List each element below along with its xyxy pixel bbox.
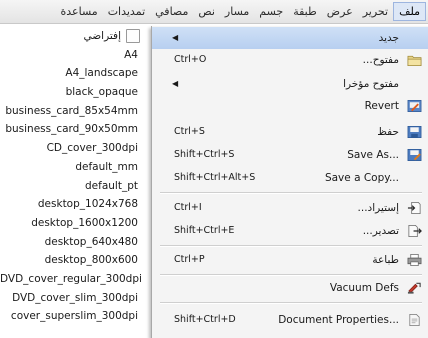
- shortcut-text: Shift+Ctrl+D: [174, 314, 236, 325]
- menu-item-print[interactable]: Ctrl+P طباعة: [152, 249, 428, 271]
- menu-separator-highlight: [160, 275, 422, 276]
- vacuum-icon: [407, 282, 421, 294]
- menu-extensions[interactable]: تمديدات: [103, 3, 150, 20]
- menu-item-label: Save a Copy...: [324, 172, 399, 184]
- menu-item-document-properties[interactable]: Shift+Ctrl+D Document Properties...: [152, 309, 428, 331]
- menu-filters[interactable]: مصافي: [150, 3, 193, 20]
- shortcut-text: Ctrl+S: [174, 126, 205, 137]
- menu-view[interactable]: عرض: [322, 3, 358, 20]
- import-icon: [407, 202, 421, 214]
- template-item[interactable]: DVD_cover_slim_300dpi: [0, 289, 148, 308]
- menu-help[interactable]: مساعدة: [56, 3, 103, 20]
- menu-separator-highlight: [160, 303, 422, 304]
- menu-separator-highlight: [160, 193, 422, 194]
- menu-object[interactable]: جسم: [254, 3, 288, 20]
- template-folder-default[interactable]: إفتراضي: [0, 27, 148, 46]
- menu-item-label: مفتوح مؤخرا: [343, 78, 399, 90]
- shortcut-text: Ctrl+P: [174, 254, 205, 265]
- menu-item-label: ...إستيراد: [357, 202, 399, 214]
- page-icon: [126, 29, 140, 44]
- menu-item-export[interactable]: Shift+Ctrl+E ...تصدير: [152, 220, 428, 242]
- template-item[interactable]: desktop_800x600: [0, 251, 148, 270]
- template-item[interactable]: business_card_90x50mm: [0, 120, 148, 139]
- template-item[interactable]: black_opaque: [0, 83, 148, 102]
- menu-item-label: Document Properties...: [278, 314, 399, 326]
- shortcut-text: Shift+Ctrl+E: [174, 225, 235, 236]
- shortcut-text: Ctrl+I: [174, 202, 202, 213]
- menu-item-label: Save As...: [347, 149, 399, 161]
- new-from-template-submenu: إفتراضي A4 A4_landscape black_opaque bus…: [0, 27, 148, 338]
- menu-text[interactable]: نص: [193, 3, 220, 20]
- menu-item-label: ...تصدير: [362, 225, 399, 237]
- menu-separator-highlight: [160, 246, 422, 247]
- submenu-arrow-icon: ◀: [172, 33, 179, 42]
- menu-item-new[interactable]: ◀ جديد: [152, 27, 428, 49]
- menu-item-label: Revert: [364, 100, 399, 112]
- document-properties-icon: [409, 314, 420, 326]
- shortcut-text: Shift+Ctrl+S: [174, 149, 235, 160]
- menu-item-vacuum-defs[interactable]: Vacuum Defs: [152, 277, 428, 299]
- menu-item-revert[interactable]: Revert: [152, 95, 428, 117]
- template-item[interactable]: desktop_640x480: [0, 233, 148, 252]
- menu-layer[interactable]: طبقة: [288, 3, 322, 20]
- template-item[interactable]: default_pt: [0, 177, 148, 196]
- menu-item-open[interactable]: Ctrl+O ...مفتوح: [152, 49, 428, 71]
- menu-item-save-as[interactable]: Shift+Ctrl+S Save As...: [152, 144, 428, 166]
- template-item[interactable]: CD_cover_300dpi: [0, 139, 148, 158]
- menu-path[interactable]: مسار: [220, 3, 254, 20]
- revert-icon: [407, 100, 422, 112]
- template-item[interactable]: business_card_85x54mm: [0, 102, 148, 121]
- template-item[interactable]: desktop_1600x1200: [0, 214, 148, 233]
- menu-bar: ملف تحرير عرض طبقة جسم مسار نص مصافي تمد…: [0, 0, 428, 24]
- folder-open-icon: [407, 55, 422, 66]
- menu-item-label: طباعة: [372, 254, 399, 266]
- shortcut-text: Ctrl+O: [174, 54, 207, 65]
- menu-item-label: Vacuum Defs: [329, 282, 399, 294]
- menu-item-label: ...مفتوح: [362, 54, 399, 66]
- save-icon: [407, 126, 422, 138]
- template-item[interactable]: A4: [0, 46, 148, 65]
- template-item[interactable]: default_mm: [0, 158, 148, 177]
- menu-item-save-copy[interactable]: Shift+Ctrl+Alt+S Save a Copy...: [152, 167, 428, 189]
- menu-item-import[interactable]: Ctrl+I ...إستيراد: [152, 197, 428, 219]
- menu-file[interactable]: ملف: [393, 2, 426, 21]
- printer-icon: [407, 254, 422, 266]
- save-as-icon: [407, 149, 422, 161]
- submenu-arrow-icon: ◀: [172, 79, 179, 88]
- menu-item-label: جديد: [378, 32, 399, 44]
- template-item[interactable]: DVD_cover_regular_300dpi: [0, 270, 148, 289]
- template-folder-label: إفتراضي: [83, 30, 121, 42]
- menu-item-save[interactable]: Ctrl+S حفظ: [152, 121, 428, 143]
- template-item[interactable]: desktop_1024x768: [0, 195, 148, 214]
- menu-edit[interactable]: تحرير: [358, 3, 393, 20]
- menu-item-open-recent[interactable]: ◀ مفتوح مؤخرا: [152, 73, 428, 95]
- menu-item-label: حفظ: [377, 126, 399, 138]
- template-item[interactable]: A4_landscape: [0, 64, 148, 83]
- file-menu-dropdown: ◀ جديد Ctrl+O ...مفتوح ◀ مفتوح مؤخرا Rev…: [151, 26, 428, 338]
- shortcut-text: Shift+Ctrl+Alt+S: [174, 172, 256, 183]
- export-icon: [408, 225, 422, 237]
- template-item[interactable]: cover_superslim_300dpi: [0, 307, 148, 326]
